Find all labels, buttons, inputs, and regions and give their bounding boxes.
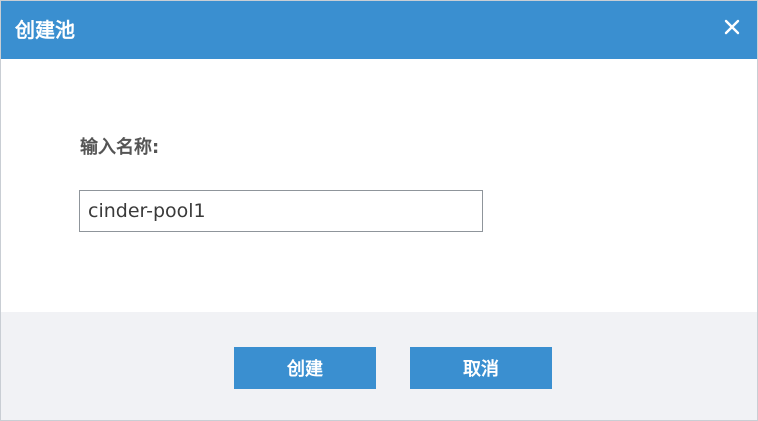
close-button[interactable] [715,10,749,44]
dialog-title: 创建池 [15,18,75,42]
dialog-footer: 创建 取消 [1,312,757,420]
create-button[interactable]: 创建 [234,347,376,389]
pool-name-input[interactable] [79,190,483,232]
dialog-title-bar: 创建池 [1,1,757,59]
cancel-button[interactable]: 取消 [410,347,552,389]
create-pool-dialog: 创建池 输入名称: 创建 取消 [0,0,758,421]
close-icon [723,18,741,36]
name-field-label: 输入名称: [80,137,160,158]
dialog-content: 输入名称: [1,59,757,312]
